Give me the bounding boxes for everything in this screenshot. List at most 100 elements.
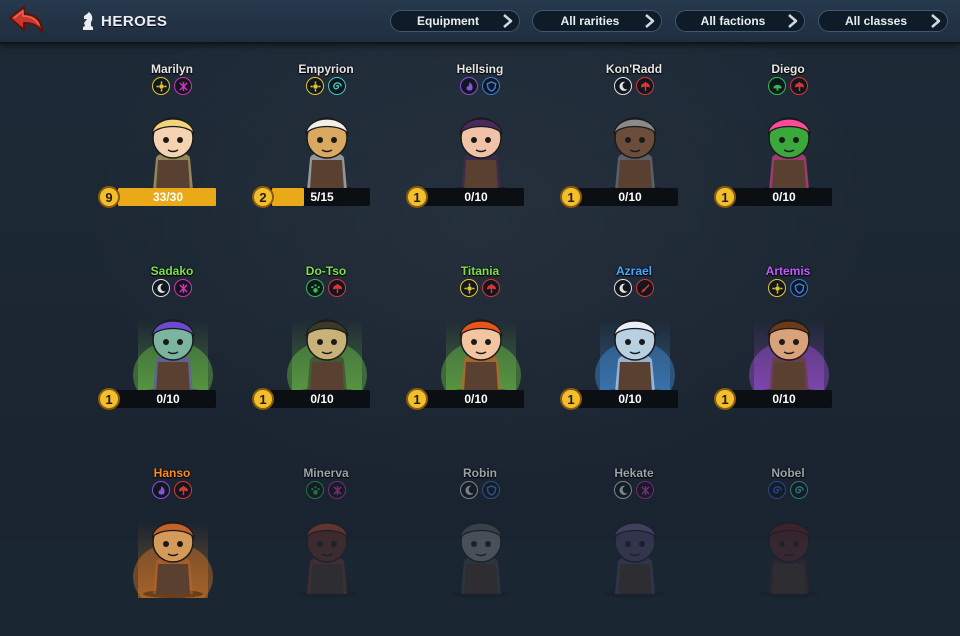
green-helmet-icon <box>768 77 786 95</box>
hero-level: 1 <box>98 388 120 410</box>
shard-count: 0/10 <box>618 190 642 204</box>
white-moon-icon <box>614 279 632 297</box>
hero-name: Artemis <box>765 264 811 278</box>
green-paw-icon <box>306 279 324 297</box>
hero-name: Nobel <box>771 466 805 480</box>
class-filter[interactable]: All classes <box>818 10 948 32</box>
shard-count: 0/10 <box>156 392 180 406</box>
hero-portrait <box>143 117 203 194</box>
filter-label: Equipment <box>417 14 479 28</box>
red-sword-icon <box>636 279 654 297</box>
white-moon-icon <box>460 481 478 499</box>
shard-progress-bar: 1 0/10 <box>714 388 832 410</box>
yellow-sun-icon <box>460 279 478 297</box>
shard-count: 0/10 <box>464 392 488 406</box>
hero-portrait <box>749 319 829 396</box>
shard-count: 0/10 <box>310 392 334 406</box>
hero-card[interactable]: Empyrion 2 5/15 <box>252 62 396 232</box>
hero-badges <box>718 279 858 297</box>
hero-card[interactable]: Kon'Radd 1 0/10 <box>560 62 704 232</box>
hero-card[interactable]: Artemis 1 0/10 <box>714 264 858 434</box>
hero-badges <box>410 481 550 499</box>
hero-card[interactable]: Robin <box>410 466 550 636</box>
red-axe-icon <box>790 77 808 95</box>
shard-progress-bar: 2 5/15 <box>252 186 370 208</box>
red-axe-icon <box>328 279 346 297</box>
hero-name: Robin <box>463 466 497 480</box>
hero-card[interactable]: Hellsing 1 0/10 <box>406 62 550 232</box>
magenta-rune-icon <box>328 481 346 499</box>
shard-progress-bar: 1 0/10 <box>406 388 524 410</box>
hero-name: Azrael <box>615 264 653 278</box>
shard-progress-bar: 1 0/10 <box>560 388 678 410</box>
hero-name: Marilyn <box>150 62 193 76</box>
white-moon-icon <box>152 279 170 297</box>
shard-count: 33/30 <box>152 190 184 204</box>
red-axe-icon <box>174 481 192 499</box>
blue-shield-icon <box>482 481 500 499</box>
chevron-right-icon <box>931 14 941 28</box>
hero-name: Diego <box>771 62 805 76</box>
hero-card[interactable]: Titania 1 0/10 <box>406 264 550 434</box>
hero-card[interactable]: Hanso <box>102 466 242 636</box>
hero-badges <box>564 77 704 95</box>
yellow-sun-icon <box>152 77 170 95</box>
hero-badges <box>410 77 550 95</box>
hero-level: 1 <box>560 388 582 410</box>
hero-badges <box>102 481 242 499</box>
blue-spiral-icon <box>768 481 786 499</box>
equipment-filter[interactable]: Equipment <box>390 10 520 32</box>
hero-card[interactable]: Hekate <box>564 466 704 636</box>
chess-knight-icon <box>83 12 93 30</box>
hero-portrait <box>287 319 367 396</box>
top-bar: HEROES Equipment All rarities All factio… <box>0 0 960 44</box>
hero-card[interactable]: Diego 1 0/10 <box>714 62 858 232</box>
hero-name: Hekate <box>614 466 654 480</box>
hero-badges <box>102 279 242 297</box>
hero-name: Sadako <box>150 264 194 278</box>
shard-progress-bar: 9 33/30 <box>98 186 216 208</box>
hero-name: Empyrion <box>298 62 354 76</box>
hero-name: Hanso <box>153 466 191 480</box>
red-axe-icon <box>636 77 654 95</box>
hero-card[interactable]: Sadako 1 0/10 <box>98 264 242 434</box>
hero-level: 1 <box>406 388 428 410</box>
magenta-rune-icon <box>636 481 654 499</box>
teal-spiral-icon <box>328 77 346 95</box>
hero-portrait <box>133 319 213 396</box>
blue-shield-icon <box>790 279 808 297</box>
hero-portrait <box>595 319 675 396</box>
hero-card[interactable]: Marilyn 9 33/30 <box>98 62 242 232</box>
hero-level: 1 <box>714 388 736 410</box>
hero-portrait <box>759 521 819 598</box>
hero-card[interactable]: Do-Tso 1 0/10 <box>252 264 396 434</box>
page-title: HEROES <box>101 12 168 30</box>
faction-filter[interactable]: All factions <box>675 10 805 32</box>
hero-card[interactable]: Nobel <box>718 466 858 636</box>
hero-name: Kon'Radd <box>605 62 663 76</box>
hero-portrait <box>759 117 819 194</box>
hero-portrait <box>297 521 357 598</box>
hero-card[interactable]: Azrael 1 0/10 <box>560 264 704 434</box>
hero-badges <box>256 77 396 95</box>
hero-badges <box>564 481 704 499</box>
back-button[interactable] <box>6 4 46 38</box>
white-moon-icon <box>614 77 632 95</box>
shard-count: 0/10 <box>464 190 488 204</box>
white-moon-icon <box>614 481 632 499</box>
shard-progress-bar: 1 0/10 <box>98 388 216 410</box>
hero-name: Titania <box>460 264 500 278</box>
hero-badges <box>718 481 858 499</box>
hero-level: 2 <box>252 186 274 208</box>
filter-label: All factions <box>700 14 766 28</box>
hero-badges <box>410 279 550 297</box>
hero-card[interactable]: Minerva <box>256 466 396 636</box>
hero-badges <box>564 279 704 297</box>
shard-count: 0/10 <box>618 392 642 406</box>
shard-count: 0/10 <box>772 392 796 406</box>
hero-portrait <box>605 521 665 598</box>
green-paw-icon <box>306 481 324 499</box>
hero-portrait <box>133 521 213 598</box>
shard-progress-bar: 1 0/10 <box>406 186 524 208</box>
rarity-filter[interactable]: All rarities <box>532 10 662 32</box>
